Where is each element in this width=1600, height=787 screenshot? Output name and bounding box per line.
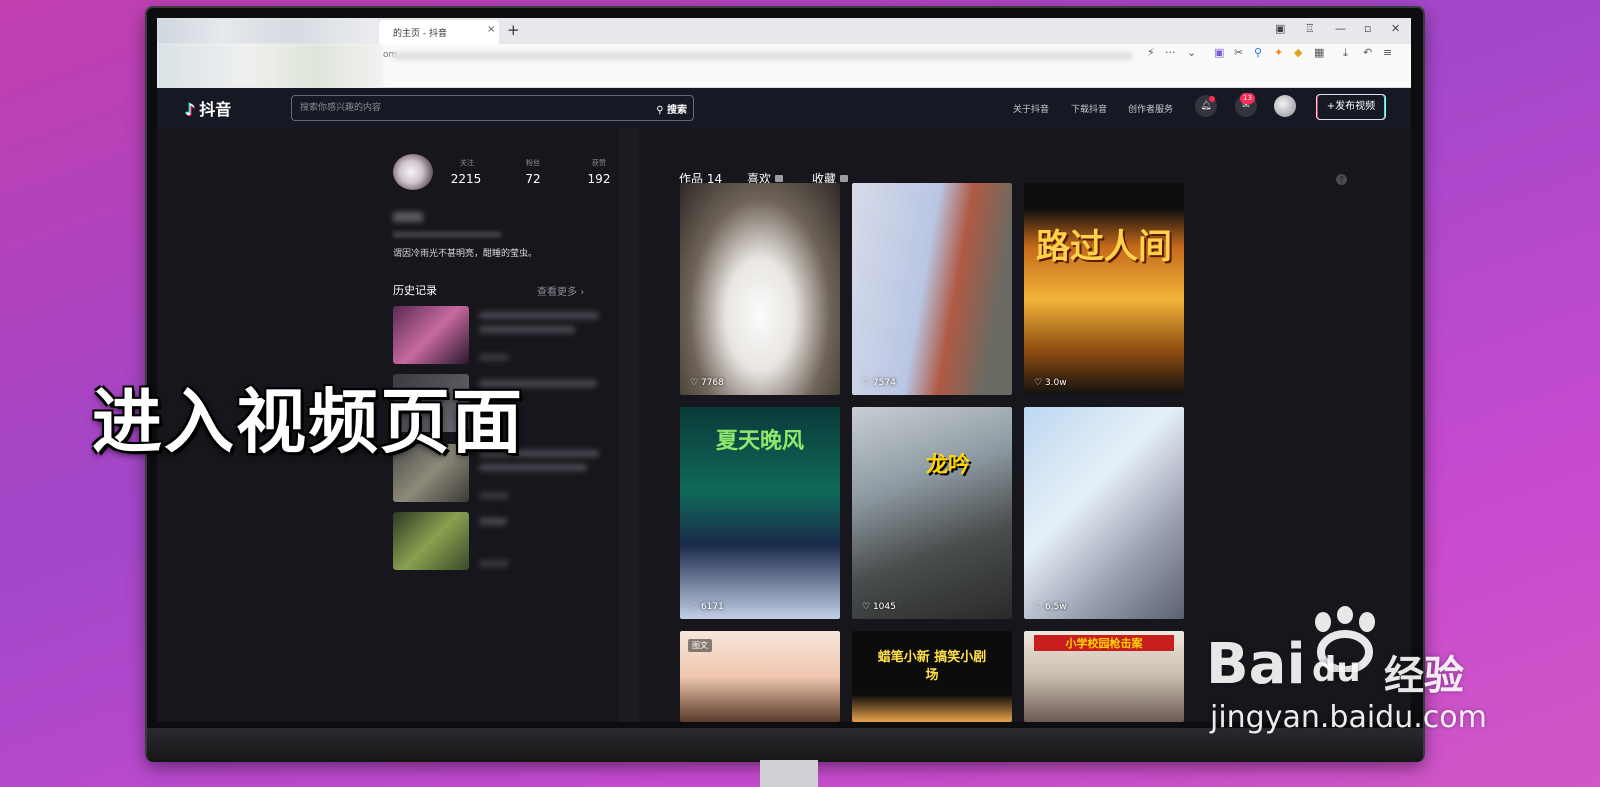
user-avatar[interactable]	[1274, 95, 1296, 117]
video-likes: ♡ 6.5w	[1034, 602, 1067, 612]
search-icon: ⚲	[656, 105, 667, 116]
lock-icon	[840, 175, 849, 182]
search-box: ⚲ 搜索	[291, 95, 694, 121]
history-text-blurred	[479, 518, 507, 525]
blurred-bookmarks	[157, 44, 383, 88]
baidu-brand: Bai	[1206, 632, 1306, 697]
minimize-icon[interactable]: —	[1335, 22, 1346, 35]
maximize-icon[interactable]: ▫	[1364, 22, 1371, 35]
notification-dot	[1209, 96, 1215, 102]
see-more-label: 查看更多	[537, 287, 577, 298]
search-input[interactable]	[300, 96, 620, 120]
browser-addressbar: om ⚡ ··· ⌄ ▣ ✂ ⚲ ✦ ◆ ▦ ⤓ ↶ ≡	[157, 44, 1411, 88]
video-art-text: 蜡笔小新 搞笑小剧场	[877, 650, 987, 683]
overlay-caption: 进入视频页面	[92, 381, 524, 463]
close-window-icon[interactable]: ✕	[1391, 22, 1400, 35]
tab-close-icon[interactable]: ×	[487, 24, 495, 35]
profile-avatar[interactable]	[393, 154, 433, 190]
stat-likes-label: 获赞	[592, 159, 606, 167]
shield-icon[interactable]: ◆	[1294, 46, 1302, 59]
blurred-tabs	[157, 18, 377, 44]
video-likes: ♡ 6171	[690, 602, 724, 612]
nav-about[interactable]: 关于抖音	[1013, 102, 1049, 115]
douyin-note-icon: ♪	[185, 100, 196, 119]
search-button-label: 搜索	[667, 105, 687, 116]
nav-download[interactable]: 下载抖音	[1071, 102, 1107, 115]
baidu-brand-suffix: du	[1312, 650, 1361, 690]
video-card[interactable]: 小学校园枪击案	[1024, 631, 1184, 722]
menu-icon[interactable]: ≡	[1383, 46, 1392, 59]
publish-video-button[interactable]: +发布视频	[1316, 94, 1386, 120]
stat-followers-label: 粉丝	[526, 159, 540, 167]
video-card[interactable]: ♡ 7768	[680, 183, 840, 395]
site-header: ♪抖音 ⚲ 搜索 关于抖音 下载抖音 创作者服务 🔔︎ ✉ 13 +发布视频	[157, 88, 1411, 128]
baidu-url: jingyan.baidu.com	[1210, 700, 1487, 735]
history-meta-blurred	[479, 492, 509, 499]
stat-following-label: 关注	[460, 159, 474, 167]
video-art-text: 路过人间	[1036, 227, 1172, 267]
fox-icon[interactable]: ✦	[1274, 46, 1283, 59]
video-card[interactable]: 蜡笔小新 搞笑小剧场	[852, 631, 1012, 722]
history-meta-blurred	[479, 560, 509, 567]
sidebar-toggle-icon[interactable]: ▣	[1275, 22, 1285, 35]
video-likes: ♡ 7768	[690, 378, 724, 388]
video-card[interactable]: 龙吟 ♡ 1045	[852, 407, 1012, 619]
video-card[interactable]: 路过人间 ♡ 3.0w	[1024, 183, 1184, 395]
browser-tabbar: 的主页 - 抖音 × + ▣ ♖ — ▫ ✕	[157, 18, 1411, 44]
video-likes: ♡ 3.0w	[1034, 378, 1067, 388]
help-icon[interactable]: ?	[1336, 174, 1347, 185]
stat-followers-value[interactable]: 72	[503, 172, 563, 186]
stat-following-value[interactable]: 2215	[436, 172, 496, 186]
download-icon[interactable]: ⤓	[1343, 46, 1348, 60]
image-text-badge: 图文	[688, 639, 712, 652]
video-card[interactable]: ♡ 6.5w	[1024, 407, 1184, 619]
video-art-text: 小学校园枪击案	[1034, 635, 1174, 651]
video-card[interactable]: ♡ 7574	[852, 183, 1012, 395]
divider-panel	[619, 128, 639, 722]
profile-bio: 谓因冷雨光不甚明亮，酣睡的莹虫。	[393, 249, 538, 259]
url-blurred[interactable]	[393, 52, 1133, 60]
history-text-blurred	[479, 326, 575, 333]
search-button[interactable]: ⚲ 搜索	[656, 101, 687, 116]
apps-icon[interactable]: ▦	[1314, 46, 1324, 59]
baidu-logo: Bai du	[1206, 632, 1388, 697]
extension-icon[interactable]: ▣	[1214, 46, 1224, 59]
scissors-icon[interactable]: ✂	[1234, 46, 1243, 59]
chevron-down-icon[interactable]: ⌄	[1187, 46, 1196, 59]
baidu-jingyan-text: 经验	[1384, 653, 1464, 699]
logo-text: 抖音	[199, 100, 232, 119]
video-card[interactable]: 图文	[680, 631, 840, 722]
tab-title: 的主页 - 抖音	[393, 29, 447, 39]
shirt-icon[interactable]: ♖	[1305, 22, 1315, 35]
profile-name-blurred	[393, 212, 423, 222]
history-thumb[interactable]	[393, 306, 469, 364]
monitor-stand	[760, 760, 818, 787]
video-likes: ♡ 1045	[862, 602, 896, 612]
chevron-right-icon: ›	[580, 287, 585, 298]
lightning-icon[interactable]: ⚡	[1147, 46, 1155, 59]
profile-id-blurred	[393, 232, 501, 237]
video-likes: ♡ 7574	[862, 378, 896, 388]
search-ext-icon[interactable]: ⚲	[1254, 46, 1262, 59]
nav-creator[interactable]: 创作者服务	[1128, 102, 1173, 115]
browser-tab-active[interactable]: 的主页 - 抖音	[379, 20, 499, 44]
history-title: 历史记录	[393, 284, 437, 297]
video-art-text: 夏天晚风	[715, 429, 804, 454]
history-text-blurred	[479, 312, 599, 319]
lock-icon	[775, 175, 784, 182]
video-art-text: 龙吟	[925, 453, 970, 478]
history-meta-blurred	[479, 354, 509, 361]
history-thumb[interactable]	[393, 512, 469, 570]
undo-icon[interactable]: ↶	[1363, 46, 1372, 59]
video-card[interactable]: 夏天晚风 ♡ 6171	[680, 407, 840, 619]
message-badge: 13	[1240, 93, 1255, 104]
douyin-logo[interactable]: ♪ 抖音	[185, 96, 231, 120]
new-tab-button[interactable]: +	[507, 21, 520, 39]
more-icon[interactable]: ···	[1165, 46, 1176, 59]
see-more-link[interactable]: 查看更多 ›	[537, 283, 584, 298]
